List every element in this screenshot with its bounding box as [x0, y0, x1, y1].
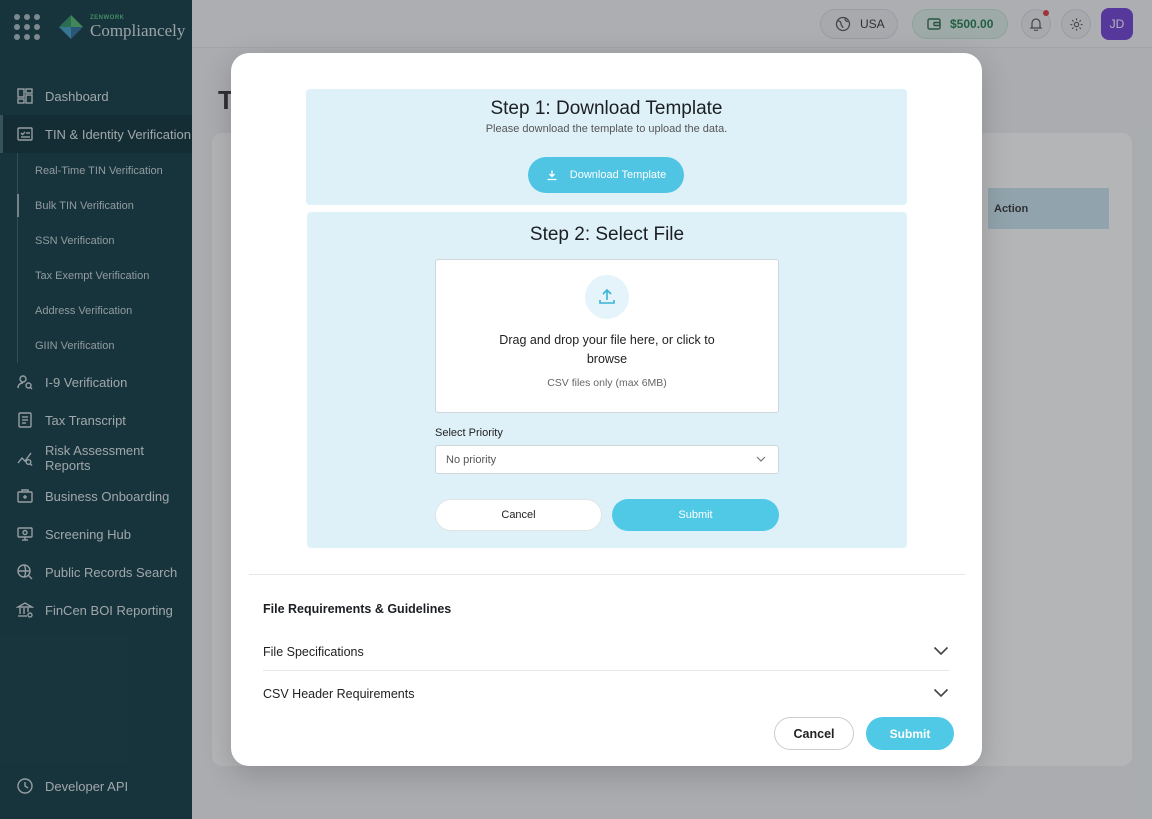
download-template-button[interactable]: Download Template: [528, 157, 684, 193]
upload-icon: [599, 288, 615, 304]
download-icon: [547, 170, 557, 181]
dropzone-hint: CSV files only (max 6MB): [547, 377, 667, 389]
bulk-upload-modal: Step 1: Download Template Please downloa…: [231, 53, 982, 766]
accordion-file-specifications[interactable]: File Specifications: [263, 633, 949, 671]
requirements-title: File Requirements & Guidelines: [263, 602, 452, 616]
step1-panel: Step 1: Download Template Please downloa…: [306, 89, 907, 205]
step1-subtitle: Please download the template to upload t…: [485, 123, 728, 135]
step1-title: Step 1: Download Template: [490, 98, 723, 119]
divider: [249, 574, 965, 575]
priority-select[interactable]: No priority: [435, 445, 779, 474]
step2-panel: Step 2: Select File Drag and drop your f…: [307, 212, 907, 548]
priority-label: Select Priority: [435, 427, 503, 439]
step2-submit-button[interactable]: Submit: [612, 499, 779, 531]
chevron-down-icon: [933, 646, 949, 656]
accordion-label: CSV Header Requirements: [263, 687, 415, 701]
file-dropzone[interactable]: Drag and drop your file here, or click t…: [435, 259, 779, 413]
accordion-csv-header-requirements[interactable]: CSV Header Requirements: [263, 675, 949, 713]
step2-title: Step 2: Select File: [529, 224, 685, 245]
modal-cancel-button[interactable]: Cancel: [774, 717, 854, 750]
chevron-down-icon: [933, 688, 949, 698]
accordion-label: File Specifications: [263, 644, 364, 659]
dropzone-text: Drag and drop your file here, or click t…: [499, 333, 715, 366]
modal-submit-button[interactable]: Submit: [866, 717, 954, 750]
chevron-down-icon: [756, 456, 766, 462]
step2-cancel-button[interactable]: Cancel: [435, 499, 602, 531]
priority-value: No priority: [446, 453, 497, 466]
upload-icon-wrapper: [585, 275, 629, 319]
download-template-label: Download Template: [569, 169, 667, 181]
